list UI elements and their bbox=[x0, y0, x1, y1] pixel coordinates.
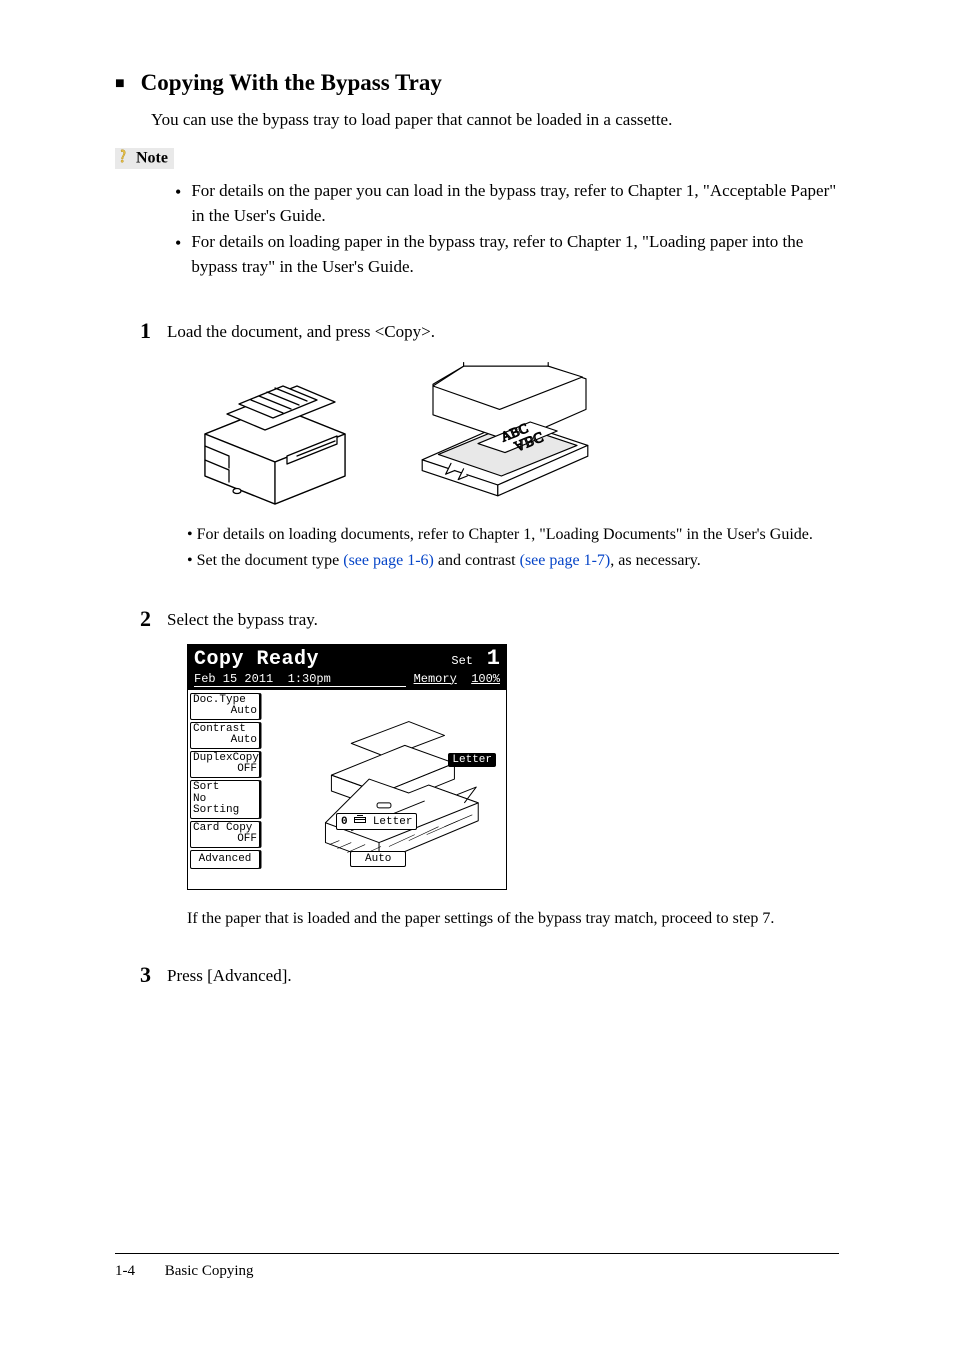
step1-sub2: Set the document type (see page 1-6) and… bbox=[197, 550, 701, 572]
note-label: Note bbox=[115, 148, 174, 169]
step-number-1: 1 bbox=[115, 318, 151, 344]
lcd-btn-doctype[interactable]: Doc.Type Auto bbox=[190, 693, 260, 720]
note-label-text: Note bbox=[136, 150, 168, 167]
bullet-icon: • bbox=[175, 179, 181, 228]
bullet-icon: • bbox=[187, 550, 193, 572]
step1-sub2-prefix: Set the document type bbox=[197, 552, 344, 569]
lcd-title: Copy Ready bbox=[194, 649, 319, 671]
step-text-1: Load the document, and press <Copy>. bbox=[167, 320, 839, 346]
lcd-btn-contrast-l2: Auto bbox=[193, 735, 257, 747]
footer-divider bbox=[115, 1253, 839, 1254]
scanner-illustration: ABC ABC bbox=[415, 356, 595, 506]
lcd-tray-letter-button[interactable]: 0 Letter bbox=[336, 813, 417, 830]
page-footer: 1-4 Basic Copying bbox=[115, 1263, 254, 1280]
lcd-set-num: 1 bbox=[487, 646, 500, 671]
step1-sub2-mid: and contrast bbox=[434, 552, 520, 569]
lcd-memory-label: Memory bbox=[414, 672, 457, 686]
bullet-icon: • bbox=[175, 230, 181, 279]
step-text-2: Select the bypass tray. bbox=[167, 608, 839, 634]
note-icon bbox=[117, 149, 129, 168]
lcd-btn-sort[interactable]: Sort No Sorting bbox=[190, 780, 260, 819]
lcd-btn-sort-l1: Sort bbox=[193, 782, 257, 794]
step2-after-text: If the paper that is loaded and the pape… bbox=[187, 910, 839, 928]
lcd-set-label: Set bbox=[451, 654, 473, 668]
lcd-btn-cardcopy-l2: OFF bbox=[193, 834, 257, 846]
step-text-3: Press [Advanced]. bbox=[167, 964, 839, 990]
lcd-btn-advanced-label: Advanced bbox=[199, 853, 252, 865]
lcd-tray-auto-button[interactable]: Auto bbox=[350, 851, 406, 867]
bullet-icon: • bbox=[187, 524, 193, 546]
lcd-btn-doctype-l2: Auto bbox=[193, 706, 257, 718]
lcd-memory-val: 100% bbox=[471, 672, 500, 686]
step-number-2: 2 bbox=[115, 606, 151, 632]
link-page-1-6[interactable]: (see page 1-6) bbox=[343, 552, 434, 569]
lcd-paper-size-badge: Letter bbox=[448, 753, 496, 767]
section-title: Copying With the Bypass Tray bbox=[141, 70, 442, 96]
page-number: 1-4 bbox=[115, 1263, 135, 1279]
intro-text: You can use the bypass tray to load pape… bbox=[151, 110, 839, 130]
lcd-tray-prefix: 0 bbox=[341, 816, 348, 828]
lcd-time: 1:30pm bbox=[288, 672, 331, 686]
link-page-1-7[interactable]: (see page 1-7) bbox=[520, 552, 611, 569]
lcd-btn-duplex-l2: OFF bbox=[193, 764, 257, 776]
lcd-tray-letter-text: Letter bbox=[373, 816, 413, 828]
printer-illustration bbox=[187, 356, 367, 506]
lcd-btn-advanced[interactable]: Advanced bbox=[190, 850, 260, 870]
square-bullet-icon: ■ bbox=[115, 75, 125, 93]
tray-icon bbox=[354, 815, 366, 827]
lcd-screenshot: Copy Ready Set 1 Feb 15 2011 1:30pm Memo… bbox=[187, 644, 507, 889]
lcd-btn-sort-l2: No Sorting bbox=[193, 794, 257, 817]
lcd-btn-contrast[interactable]: Contrast Auto bbox=[190, 722, 260, 749]
lcd-date: Feb 15 2011 bbox=[194, 672, 273, 686]
lcd-btn-cardcopy[interactable]: Card Copy OFF bbox=[190, 821, 260, 848]
step-number-3: 3 bbox=[115, 962, 151, 988]
note-item-2: For details on loading paper in the bypa… bbox=[191, 230, 839, 279]
lcd-btn-duplex[interactable]: DuplexCopy OFF bbox=[190, 751, 260, 778]
step1-sub1: For details on loading documents, refer … bbox=[197, 524, 813, 546]
step1-sub2-suffix: , as necessary. bbox=[610, 552, 700, 569]
footer-section: Basic Copying bbox=[165, 1263, 254, 1279]
note-item-1: For details on the paper you can load in… bbox=[191, 179, 839, 228]
